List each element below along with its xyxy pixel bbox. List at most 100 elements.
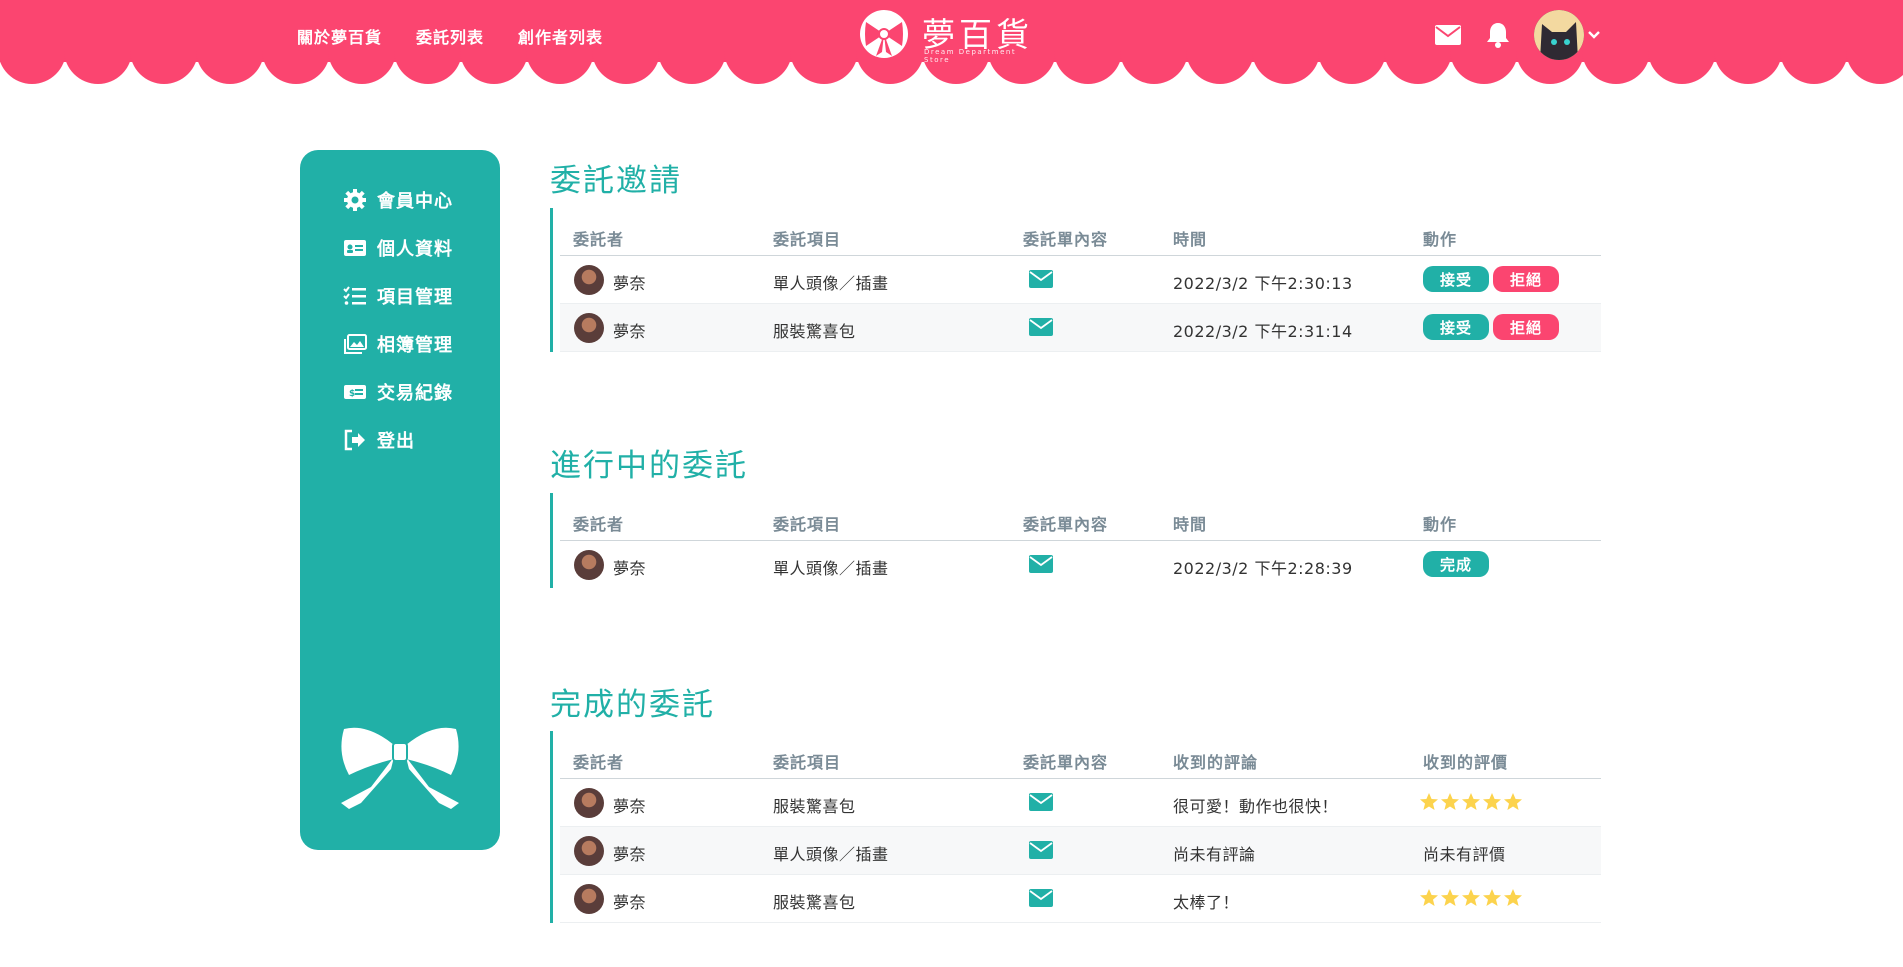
user-avatar[interactable] (574, 788, 604, 818)
user-avatar[interactable] (574, 550, 604, 580)
logo-subtitle: Dream Department Store (924, 48, 1017, 64)
member-sidebar: 會員中心 個人資料 項目管理 相簿管理 $ 交易紀錄 登出 (300, 150, 500, 850)
scallop (64, 50, 132, 84)
star-icon (1462, 793, 1480, 810)
commissioner-name[interactable]: 夢奈 (613, 318, 646, 342)
col-header: 委託單內容 (1023, 753, 1109, 772)
col-header: 動作 (1423, 515, 1458, 534)
table-row: 夢奈 單人頭像／插畫 2022/3/2 下午2:30:13 接受 拒絕 (560, 256, 1601, 304)
table-header: 委託者 委託項目 委託單內容 收到的評論 收到的評價 (560, 731, 1601, 779)
sidebar-item-profile[interactable]: 個人資料 (343, 235, 453, 261)
nav-creators[interactable]: 創作者列表 (518, 24, 603, 48)
envelope-icon[interactable] (1029, 318, 1053, 336)
col-header: 動作 (1423, 230, 1458, 249)
commission-item: 單人頭像／插畫 (773, 845, 889, 864)
envelope-icon[interactable] (1029, 270, 1053, 288)
bow-logo-icon (860, 10, 908, 58)
col-header: 時間 (1173, 230, 1208, 249)
commissioner-name[interactable]: 夢奈 (613, 555, 646, 579)
reject-button[interactable]: 拒絕 (1493, 314, 1559, 340)
mail-icon[interactable] (1434, 21, 1462, 49)
gear-icon (344, 189, 366, 211)
star-icon (1504, 889, 1522, 906)
reject-button[interactable]: 拒絕 (1493, 266, 1559, 292)
scallop (1714, 50, 1782, 84)
rating-stars (1419, 888, 1523, 908)
col-header: 收到的評論 (1173, 753, 1259, 772)
bell-icon[interactable] (1484, 21, 1512, 49)
accept-button[interactable]: 接受 (1423, 266, 1489, 292)
complete-button[interactable]: 完成 (1423, 551, 1489, 577)
id-card-icon (344, 240, 366, 256)
scallop (1252, 50, 1320, 84)
commissioner-name[interactable]: 夢奈 (613, 841, 646, 865)
sidebar-item-albums[interactable]: 相簿管理 (343, 331, 453, 357)
star-icon (1420, 793, 1438, 810)
tasks-icon (343, 286, 366, 305)
scallop (0, 50, 66, 84)
scallop (592, 50, 660, 84)
table-row: 夢奈 單人頭像／插畫 尚未有評論 尚未有評價 (560, 827, 1601, 875)
site-logo[interactable]: 夢百貨 Dream Department Store (858, 8, 1038, 64)
scallop (1054, 50, 1122, 84)
star-icon (1420, 889, 1438, 906)
scallop (1318, 50, 1386, 84)
sidebar-item-transactions[interactable]: $ 交易紀錄 (343, 379, 453, 405)
ongoing-table: 委託者 委託項目 委託單內容 時間 動作 夢奈 單人頭像／插畫 2022/3/2… (550, 493, 1601, 588)
review-comment: 很可愛！動作也很快！ (1173, 797, 1339, 816)
commission-item: 服裝驚喜包 (773, 893, 856, 912)
col-header: 委託項目 (773, 230, 842, 249)
envelope-icon[interactable] (1029, 555, 1053, 573)
nav-commissions[interactable]: 委託列表 (416, 24, 484, 48)
scallop (262, 50, 330, 84)
scallop (790, 50, 858, 84)
star-icon (1441, 793, 1459, 810)
scallop (1120, 50, 1188, 84)
table-row: 夢奈 單人頭像／插畫 2022/3/2 下午2:28:39 完成 (560, 541, 1601, 588)
sign-out-icon (344, 429, 365, 451)
scallop (394, 50, 462, 84)
sidebar-item-logout[interactable]: 登出 (343, 427, 415, 453)
bow-decoration-icon (341, 727, 459, 809)
site-header: 關於夢百貨 委託列表 創作者列表 夢百貨 Dream Department St… (0, 0, 1903, 85)
scallop (130, 50, 198, 84)
commission-time: 2022/3/2 下午2:31:14 (1173, 322, 1353, 341)
sidebar-item-label: 相簿管理 (377, 335, 453, 356)
envelope-icon[interactable] (1029, 889, 1053, 907)
commissioner-name[interactable]: 夢奈 (613, 270, 646, 294)
col-header: 時間 (1173, 515, 1208, 534)
nav-about[interactable]: 關於夢百貨 (297, 24, 382, 48)
commission-item: 服裝驚喜包 (773, 322, 856, 341)
user-avatar[interactable] (574, 884, 604, 914)
envelope-icon[interactable] (1029, 841, 1053, 859)
chevron-down-icon (1588, 31, 1600, 39)
commissioner-name[interactable]: 夢奈 (613, 889, 646, 913)
ongoing-title: 進行中的委託 (550, 448, 748, 484)
star-icon (1483, 889, 1501, 906)
scallop (1648, 50, 1716, 84)
user-menu[interactable] (1534, 10, 1600, 60)
scallop (328, 50, 396, 84)
user-avatar[interactable] (574, 265, 604, 295)
commissioner-name[interactable]: 夢奈 (613, 793, 646, 817)
table-header: 委託者 委託項目 委託單內容 時間 動作 (560, 493, 1601, 541)
sidebar-item-projects[interactable]: 項目管理 (343, 283, 453, 309)
col-header: 委託項目 (773, 753, 842, 772)
sidebar-item-label: 項目管理 (377, 287, 453, 308)
scallop (460, 50, 528, 84)
scallop (1846, 50, 1903, 84)
col-header: 委託者 (573, 230, 625, 249)
envelope-icon[interactable] (1029, 793, 1053, 811)
sidebar-item-member-center[interactable]: 會員中心 (343, 187, 453, 213)
scallop (658, 50, 726, 84)
user-avatar[interactable] (574, 313, 604, 343)
review-comment: 尚未有評論 (1173, 845, 1256, 864)
sidebar-item-label: 個人資料 (377, 239, 453, 260)
col-header: 委託單內容 (1023, 515, 1109, 534)
accept-button[interactable]: 接受 (1423, 314, 1489, 340)
star-icon (1504, 793, 1522, 810)
main-nav: 關於夢百貨 委託列表 創作者列表 (297, 24, 603, 48)
user-avatar[interactable] (574, 836, 604, 866)
commission-time: 2022/3/2 下午2:28:39 (1173, 559, 1353, 578)
rating-stars (1419, 792, 1523, 812)
